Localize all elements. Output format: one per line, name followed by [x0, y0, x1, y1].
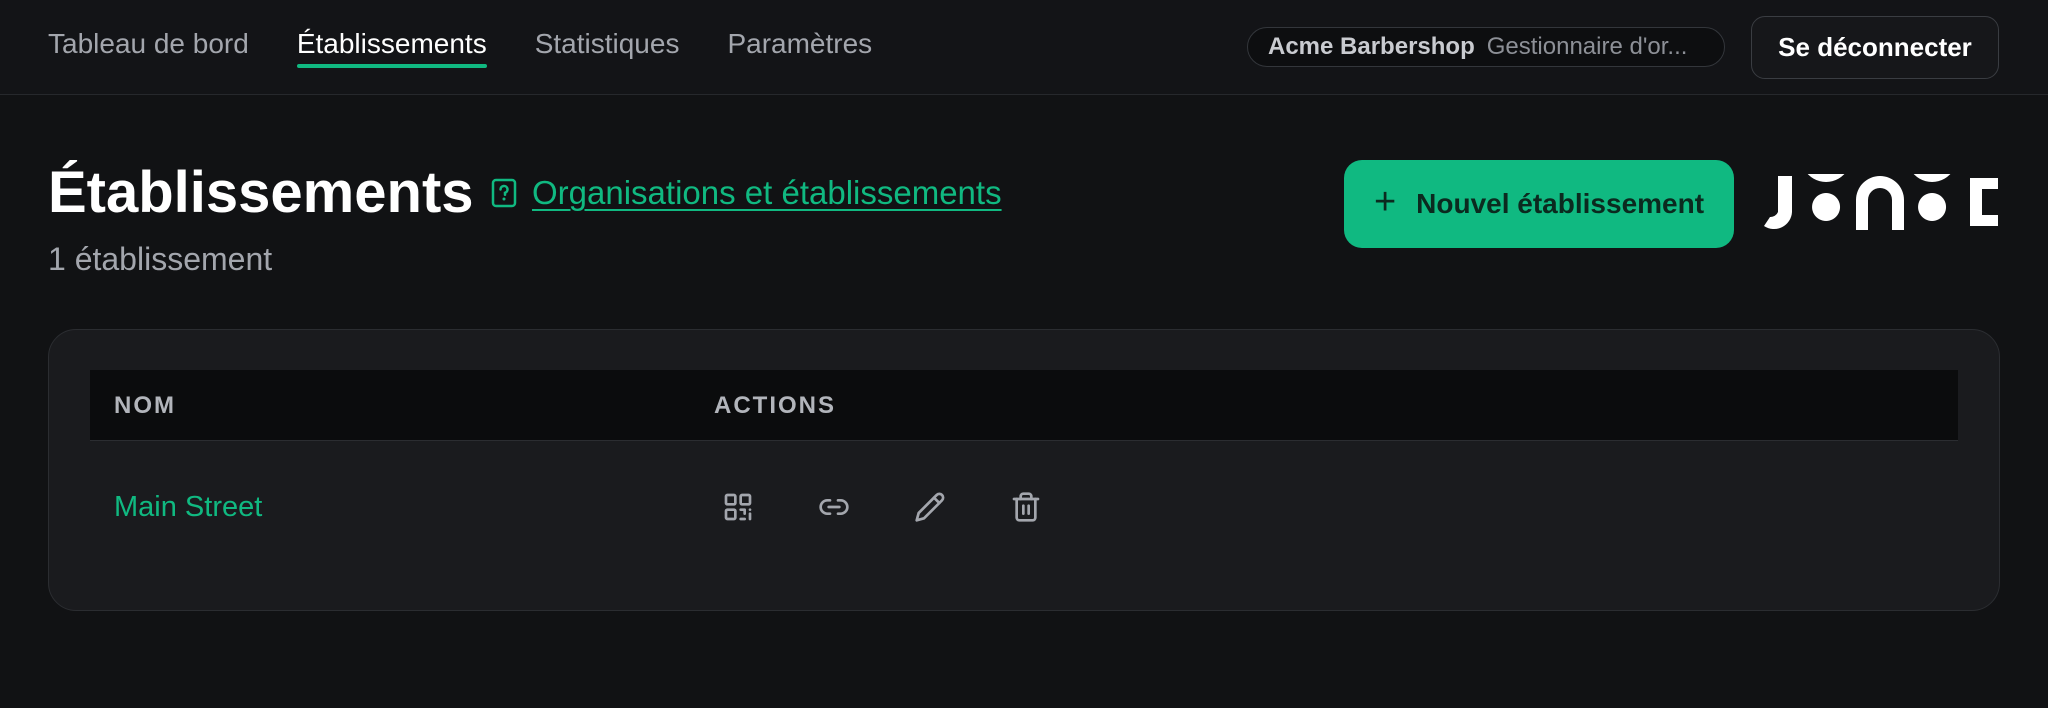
documentation-link-label: Organisations et établissements	[532, 174, 1002, 211]
edit-button[interactable]	[882, 472, 978, 542]
new-establishment-label: Nouvel établissement	[1416, 188, 1705, 219]
logout-button[interactable]: Se déconnecter	[1751, 16, 1999, 79]
qr-code-icon	[724, 493, 752, 521]
top-navigation-bar: Tableau de bord Établissements Statistiq…	[0, 0, 2048, 95]
new-establishment-button[interactable]: + Nouvel établissement	[1344, 160, 1734, 248]
table-row: Main Street	[90, 442, 1958, 572]
page-title: Établissements	[48, 160, 474, 225]
qr-code-button[interactable]	[690, 472, 786, 542]
establishment-count: 1 établissement	[48, 241, 273, 277]
delete-button[interactable]	[978, 472, 1074, 542]
establishments-table-card: NOM ACTIONS Main Street	[48, 329, 2000, 611]
nav-tab-settings[interactable]: Paramètres	[727, 0, 872, 95]
row-actions	[690, 442, 1074, 572]
documentation-link[interactable]: Organisations et établissements	[490, 174, 1002, 212]
help-document-icon	[491, 178, 517, 208]
nav-tab-dashboard[interactable]: Tableau de bord	[48, 0, 249, 95]
organization-name: Acme Barbershop	[1268, 33, 1475, 60]
pencil-icon	[915, 492, 945, 522]
trash-icon	[1012, 492, 1040, 522]
column-header-name: NOM	[114, 391, 176, 419]
main-nav: Tableau de bord Établissements Statistiq…	[48, 0, 920, 95]
copy-link-button[interactable]	[786, 472, 882, 542]
table-header: NOM ACTIONS	[90, 370, 1958, 441]
link-icon	[819, 499, 849, 515]
nav-tab-statistics[interactable]: Statistiques	[535, 0, 680, 95]
user-role: Gestionnaire d'or...	[1486, 33, 1688, 60]
nav-tab-establishments[interactable]: Établissements	[296, 0, 487, 95]
plus-icon: +	[1373, 181, 1397, 223]
organization-switcher[interactable]: Acme Barbershop Gestionnaire d'or...	[1247, 27, 1725, 67]
brand-logo	[1764, 174, 1998, 230]
establishment-name-link[interactable]: Main Street	[114, 442, 262, 572]
column-header-actions: ACTIONS	[714, 391, 836, 419]
